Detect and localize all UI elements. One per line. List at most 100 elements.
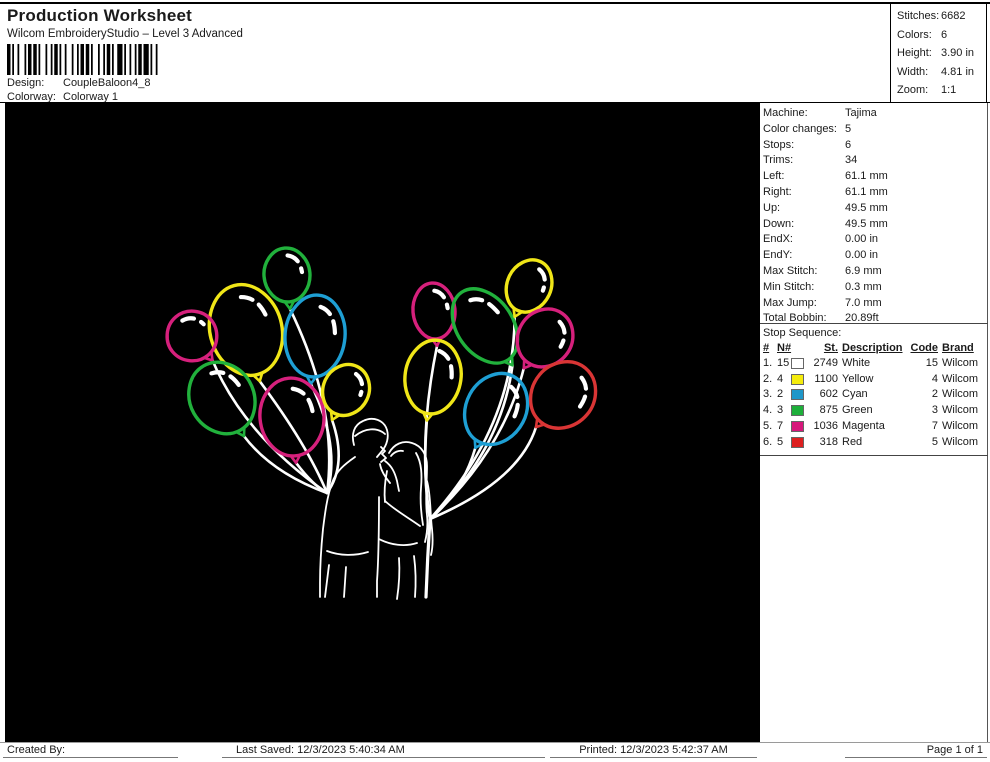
machine-info-label: Right:	[763, 186, 792, 198]
machine-info-row: Machine: Tajima	[763, 107, 877, 120]
thread-color-chip	[791, 420, 804, 432]
machine-info-value: 61.1 mm	[845, 186, 888, 198]
thread-color-chip	[791, 436, 804, 448]
machine-info-row: Max Stitch: 6.9 mm	[763, 265, 882, 278]
machine-info-row: Stops: 6	[763, 138, 851, 152]
seq-row-number: 2.	[763, 372, 773, 385]
machine-info-label: Color changes:	[763, 122, 837, 135]
col-header-brand: Brand	[942, 342, 974, 354]
machine-info-row: Min Stitch: 0.3 mm	[763, 280, 882, 294]
seq-color-description: Green	[842, 404, 873, 417]
stat-zoom: Zoom: 1:1	[897, 84, 957, 97]
seq-thread-brand: Wilcom	[942, 404, 979, 417]
barcode-bar	[106, 44, 111, 75]
machine-info-value: 0.00 in	[845, 249, 879, 262]
page-title: Production Worksheet	[7, 6, 193, 25]
seq-color-description: White	[842, 357, 871, 369]
barcode-bar	[28, 44, 32, 75]
machine-info-row: Up: 49.5 mm	[763, 201, 888, 215]
barcode-bar	[50, 44, 53, 75]
machine-info-panel: Machine: Tajima Color changes: 5 Stops: 6 Trim…	[760, 103, 988, 742]
machine-info-value: 0.00 in	[845, 233, 879, 246]
footer-created-by: Created By:	[3, 743, 178, 758]
barcode-bar	[91, 44, 93, 75]
barcode-bar	[71, 44, 74, 75]
thread-color-chip	[791, 358, 804, 369]
seq-stitch-count: 602	[819, 388, 838, 401]
production-worksheet-page: Production Worksheet Wilcom EmbroiderySt…	[0, 0, 990, 762]
machine-info-row: Color changes: 5	[763, 122, 851, 136]
seq-row-number: 5.	[763, 419, 773, 432]
seq-thread-code: 5	[931, 435, 938, 448]
machine-info-label: Max Stitch:	[763, 265, 818, 277]
machine-info-label: Left:	[763, 170, 785, 183]
seq-thread-code: 3	[931, 404, 938, 417]
machine-info-value: 0.3 mm	[845, 280, 882, 293]
barcode-bar	[38, 44, 41, 75]
barcode-bar	[7, 44, 11, 75]
machine-info-label: Stops:	[763, 138, 795, 151]
barcode-bar	[45, 44, 48, 75]
seq-row-number: 3.	[763, 388, 773, 401]
machine-info-row: Right: 61.1 mm	[763, 186, 888, 199]
barcode-bar	[54, 44, 58, 75]
seq-color-description: Yellow	[842, 372, 874, 385]
seq-needle-number: 4	[777, 372, 784, 385]
thread-color-chip	[791, 373, 804, 385]
seq-needle-number: 3	[777, 404, 784, 417]
seq-needle-number: 2	[777, 388, 784, 401]
seq-needle-number: 5	[777, 435, 784, 448]
machine-info-label: Min Stitch:	[763, 280, 815, 293]
barcode-bar	[12, 44, 14, 75]
stat-width: Width: 4.81 in	[897, 65, 975, 78]
stat-colors: Colors: 6	[897, 28, 948, 41]
stop-sequence-bottom-divider	[760, 455, 988, 456]
machine-info-value: Tajima	[845, 107, 877, 119]
design-name-row: Design: CoupleBaloon4_8	[7, 77, 150, 89]
machine-info-value: 5	[845, 122, 852, 135]
design-value: CoupleBaloon4_8	[63, 77, 151, 89]
thread-color-chip	[791, 405, 804, 417]
barcode-bar	[85, 44, 90, 75]
seq-thread-brand: Wilcom	[942, 357, 979, 369]
machine-info-row: EndX: 0.00 in	[763, 233, 878, 246]
top-rule	[0, 2, 990, 4]
stat-stitches: Stitches: 6682	[897, 10, 966, 22]
design-stats-box: Stitches: 6682 Colors: 6 Height: 3.90 in Wi…	[890, 3, 987, 103]
machine-info-row: Max Jump: 7.0 mm	[763, 296, 882, 310]
footer-printed: Printed: 12/3/2023 5:42:37 AM	[550, 743, 757, 758]
seq-stitch-count: 318	[819, 435, 838, 448]
machine-info-label: Up:	[763, 201, 781, 214]
machine-info-value: 7.0 mm	[845, 296, 882, 309]
barcode-bar	[17, 44, 20, 75]
barcode-bar	[98, 44, 100, 75]
seq-stitch-count: 875	[819, 404, 838, 417]
machine-info-label: Max Jump:	[763, 296, 817, 309]
col-header-description: Description	[842, 342, 903, 354]
barcode-bar	[143, 44, 149, 75]
footer-last-saved: Last Saved: 12/3/2023 5:40:34 AM	[222, 743, 545, 758]
col-header-num: #	[763, 342, 770, 354]
seq-needle-number: 7	[777, 419, 784, 432]
seq-stitch-count: 1036	[813, 419, 838, 432]
seq-thread-brand: Wilcom	[942, 435, 979, 448]
seq-thread-brand: Wilcom	[942, 388, 979, 401]
barcode-bar	[64, 44, 67, 75]
machine-info-value: 61.1 mm	[845, 170, 888, 183]
seq-color-description: Magenta	[842, 419, 885, 432]
app-version-subtitle: Wilcom EmbroideryStudio – Level 3 Advanc…	[7, 28, 243, 40]
barcode-bar	[124, 44, 126, 75]
seq-color-description: Cyan	[842, 388, 868, 401]
barcode-bar	[117, 44, 123, 75]
barcode-bar	[112, 44, 114, 75]
machine-info-value: 6	[845, 138, 852, 151]
machine-info-value: 49.5 mm	[845, 217, 888, 230]
machine-info-value: 6.9 mm	[845, 265, 882, 277]
barcode-bar	[77, 44, 79, 75]
machine-info-row: Trims: 34	[763, 154, 857, 167]
barcode-bar	[134, 44, 137, 75]
barcode-bar	[80, 44, 84, 75]
barcode-bar	[155, 44, 158, 75]
seq-thread-code: 15	[925, 357, 938, 369]
machine-info-value: 49.5 mm	[845, 201, 888, 214]
